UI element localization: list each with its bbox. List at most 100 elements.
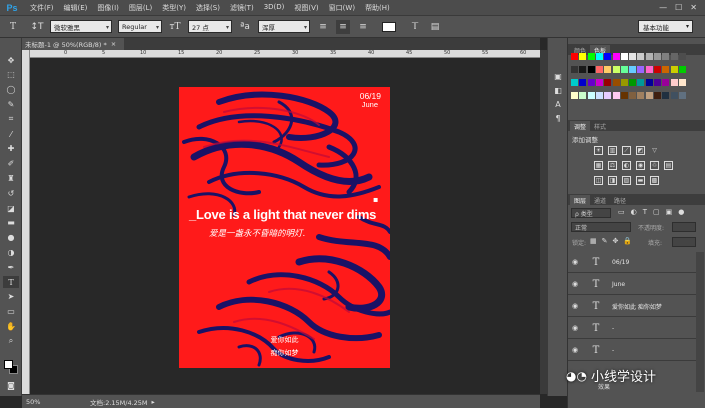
pixel-filter-icon[interactable]: ▭ (618, 208, 625, 216)
font-size-select[interactable]: 27 点 ▾ (188, 20, 232, 33)
swatch[interactable] (629, 66, 637, 73)
clone-stamp-tool-icon[interactable]: ♜ (3, 172, 19, 184)
zoom-tool-icon[interactable]: ⌕ (3, 335, 19, 347)
maximize-button[interactable]: ☐ (675, 3, 682, 12)
workspace-select[interactable]: 基本功能 ▾ (638, 20, 693, 33)
curves-icon[interactable]: ⟋ (622, 146, 631, 155)
swatch[interactable] (612, 79, 620, 86)
visibility-eye-icon[interactable]: ◉ (568, 258, 582, 266)
channel-mixer-icon[interactable]: ♲ (650, 161, 659, 170)
brightness-icon[interactable]: ☀ (594, 146, 603, 155)
paragraph-icon[interactable]: ¶ (552, 112, 564, 124)
visibility-eye-icon[interactable]: ◉ (568, 280, 582, 288)
swatch[interactable] (678, 79, 686, 86)
vertical-scrollbar[interactable] (540, 50, 547, 394)
swatch[interactable] (604, 53, 612, 60)
swatch[interactable] (670, 92, 678, 99)
swatch[interactable] (629, 92, 637, 99)
selective-color-icon[interactable]: ▩ (650, 176, 659, 185)
close-window-button[interactable]: ✕ (690, 3, 697, 12)
threshold-icon[interactable]: ▨ (622, 176, 631, 185)
swatch[interactable] (595, 92, 603, 99)
swatch[interactable] (604, 92, 612, 99)
menu-item-3[interactable]: 图层(L) (124, 3, 157, 13)
swatch[interactable] (662, 92, 670, 99)
align-left-icon[interactable]: ≡ (316, 20, 330, 34)
eyedropper-tool-icon[interactable]: ⁄ (3, 128, 19, 140)
properties-icon[interactable]: ◧ (552, 84, 564, 96)
swatch[interactable] (662, 79, 670, 86)
swatch[interactable] (645, 79, 653, 86)
healing-tool-icon[interactable]: ✚ (3, 143, 19, 155)
color-lookup-icon[interactable]: ▤ (664, 161, 673, 170)
visibility-eye-icon[interactable]: ◉ (568, 302, 582, 310)
menu-item-6[interactable]: 滤镜(T) (225, 3, 259, 13)
text-color-swatch[interactable] (382, 21, 396, 32)
swatch[interactable] (595, 66, 603, 73)
blend-mode-select[interactable]: 正常 (571, 222, 631, 232)
layer-row[interactable]: ◉ T June (568, 274, 696, 295)
swatch[interactable] (579, 53, 587, 60)
swatch[interactable] (645, 53, 653, 60)
swatch[interactable] (637, 92, 645, 99)
swatch[interactable] (612, 92, 620, 99)
gradient-tool-icon[interactable]: ▬ (3, 217, 19, 229)
font-family-select[interactable]: 微软雅黑 ▾ (50, 20, 112, 33)
tab-paths[interactable]: 路径 (610, 195, 630, 205)
lock-all-icon[interactable]: 🔒 (623, 237, 632, 245)
tab-adjustments[interactable]: 调整 (570, 121, 591, 131)
minimize-button[interactable]: — (659, 3, 667, 12)
marquee-tool-icon[interactable]: ⬚ (3, 69, 19, 81)
dodge-tool-icon[interactable]: ◑ (3, 246, 19, 258)
swatch[interactable] (670, 53, 678, 60)
swatch[interactable] (579, 79, 587, 86)
menu-item-10[interactable]: 帮助(H) (360, 3, 395, 13)
swatch[interactable] (579, 66, 587, 73)
swatch[interactable] (629, 79, 637, 86)
swatch[interactable] (678, 53, 686, 60)
type-filter-icon[interactable]: T (643, 208, 647, 216)
history-brush-tool-icon[interactable]: ↺ (3, 187, 19, 199)
warp-text-icon[interactable]: 𝕋 (408, 20, 422, 34)
invert-icon[interactable]: ◫ (594, 176, 603, 185)
swatch[interactable] (595, 79, 603, 86)
orientation-toggle-icon[interactable]: ↕T (30, 20, 44, 34)
move-tool-icon[interactable]: ✥ (3, 54, 19, 66)
menu-item-9[interactable]: 窗口(W) (324, 3, 360, 13)
quick-select-tool-icon[interactable]: ✎ (3, 98, 19, 110)
photo-filter-icon[interactable]: ◉ (636, 161, 645, 170)
swatch[interactable] (587, 92, 595, 99)
align-center-icon[interactable]: ≡ (336, 19, 350, 34)
levels-icon[interactable]: ▥ (608, 146, 617, 155)
swatch[interactable] (587, 66, 595, 73)
color-balance-icon[interactable]: ⚖ (608, 161, 617, 170)
lock-pixels-icon[interactable]: ✎ (602, 237, 608, 245)
swatch[interactable] (587, 53, 595, 60)
swatch[interactable] (670, 66, 678, 73)
swatch[interactable] (604, 79, 612, 86)
swatch[interactable] (637, 53, 645, 60)
swatch[interactable] (662, 53, 670, 60)
lasso-tool-icon[interactable]: ◯ (3, 84, 19, 96)
visibility-eye-icon[interactable]: ◉ (568, 324, 582, 332)
swatch[interactable] (571, 92, 578, 99)
adjust-filter-icon[interactable]: ◐ (631, 208, 637, 216)
tab-layers[interactable]: 图层 (570, 195, 591, 205)
swatch[interactable] (620, 92, 628, 99)
type-tool-icon[interactable]: T (6, 20, 20, 34)
swatch[interactable] (620, 53, 628, 60)
swatch[interactable] (571, 79, 578, 86)
swatch[interactable] (579, 92, 587, 99)
close-tab-icon[interactable]: × (111, 40, 116, 48)
swatch[interactable] (654, 92, 661, 99)
swatch[interactable] (662, 66, 670, 73)
vibrance-icon[interactable]: ▽ (650, 146, 659, 155)
lock-transparent-icon[interactable]: ▦ (590, 237, 597, 245)
gradient-map-icon[interactable]: ▬ (636, 176, 645, 185)
character-icon[interactable]: A (552, 98, 564, 110)
swatch[interactable] (645, 92, 653, 99)
tab-styles[interactable]: 样式 (590, 121, 610, 131)
blur-tool-icon[interactable]: ● (3, 232, 19, 244)
swatch[interactable] (678, 92, 686, 99)
align-right-icon[interactable]: ≡ (356, 20, 370, 34)
